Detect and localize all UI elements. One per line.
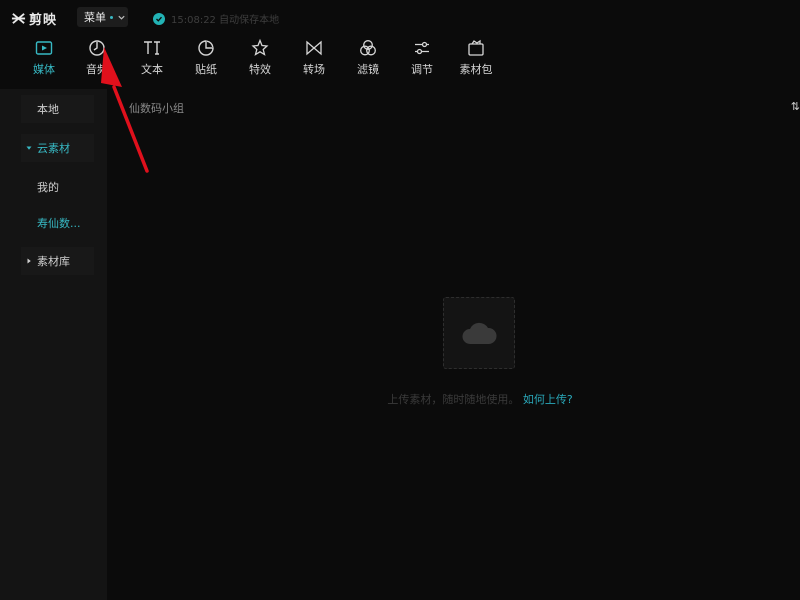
tab-effects[interactable]: 特效	[238, 38, 282, 80]
transition-icon	[306, 40, 322, 56]
tab-effects-label: 特效	[249, 63, 271, 76]
menu-notification-dot	[110, 15, 113, 19]
tab-text-label: 文本	[141, 63, 163, 76]
tab-audio[interactable]: 音频	[75, 38, 119, 80]
sidebar-item-group[interactable]: 寿仙数...	[21, 209, 94, 237]
text-icon	[144, 41, 160, 55]
check-icon	[153, 12, 165, 25]
tab-adjust-label: 调节	[411, 63, 433, 76]
sidebar-item-library[interactable]: 素材库	[21, 247, 94, 275]
sticker-icon	[198, 40, 214, 56]
how-to-upload-link[interactable]: 如何上传?	[523, 393, 573, 406]
tab-media[interactable]: 媒体	[22, 38, 66, 80]
media-sidebar: 本地 云素材 我的 寿仙数... 素材库	[0, 89, 107, 600]
menu-label: 菜单	[84, 11, 106, 24]
tab-media-label: 媒体	[33, 63, 55, 76]
caret-right-icon	[27, 258, 31, 264]
sidebar-item-label: 素材库	[37, 255, 70, 268]
chevron-down-icon	[118, 15, 125, 20]
tab-filter[interactable]: 滤镜	[346, 38, 390, 80]
cloud-upload-icon	[462, 322, 497, 344]
filter-icon	[360, 40, 376, 56]
save-status: 15:08:22 自动保存本地	[153, 11, 279, 26]
sidebar-item-label: 我的	[37, 181, 59, 194]
material-pack-icon	[468, 39, 484, 56]
upload-dropzone[interactable]	[443, 297, 515, 369]
tab-transition-label: 转场	[303, 63, 325, 76]
tab-material-pack-label: 素材包	[459, 63, 493, 76]
app-logo: 剪映	[11, 9, 57, 28]
sidebar-item-label: 本地	[37, 103, 59, 116]
tab-material-pack[interactable]: 素材包	[454, 38, 498, 80]
capcut-logo-icon	[11, 13, 26, 24]
sort-icon[interactable]: ⇅	[791, 100, 800, 113]
sidebar-item-cloud[interactable]: 云素材	[21, 134, 94, 162]
sidebar-item-label: 寿仙数...	[37, 217, 81, 230]
tab-transition[interactable]: 转场	[292, 38, 336, 80]
media-toolbar: 媒体 音频 文本 贴纸 特效 转场 滤镜 调节 素材包	[0, 34, 800, 84]
adjust-icon	[415, 41, 429, 55]
tab-audio-label: 音频	[86, 63, 108, 76]
top-bar: 剪映 菜单 15:08:22 自动保存本地	[0, 0, 800, 34]
tab-filter-label: 滤镜	[357, 63, 379, 76]
menu-button[interactable]: 菜单	[77, 7, 128, 27]
effects-icon	[251, 38, 269, 56]
caret-down-icon	[26, 146, 32, 150]
save-status-text: 15:08:22 自动保存本地	[171, 15, 280, 26]
media-content: 仙数码小组 ⇅ 上传素材，随时随地使用。 如何上传?	[107, 89, 800, 600]
tab-sticker[interactable]: 贴纸	[184, 38, 228, 80]
sidebar-item-local[interactable]: 本地	[21, 95, 94, 123]
audio-icon	[89, 40, 105, 56]
sidebar-item-mine[interactable]: 我的	[21, 173, 94, 201]
tab-text[interactable]: 文本	[130, 38, 174, 80]
group-title: 仙数码小组	[129, 102, 184, 115]
empty-hint: 上传素材，随时随地使用。 如何上传?	[107, 391, 800, 407]
media-icon	[35, 41, 53, 55]
empty-hint-text: 上传素材，随时随地使用。	[387, 393, 520, 406]
app-name: 剪映	[29, 13, 58, 28]
tab-adjust[interactable]: 调节	[400, 38, 444, 80]
sidebar-item-label: 云素材	[37, 142, 70, 155]
tab-sticker-label: 贴纸	[195, 63, 217, 76]
